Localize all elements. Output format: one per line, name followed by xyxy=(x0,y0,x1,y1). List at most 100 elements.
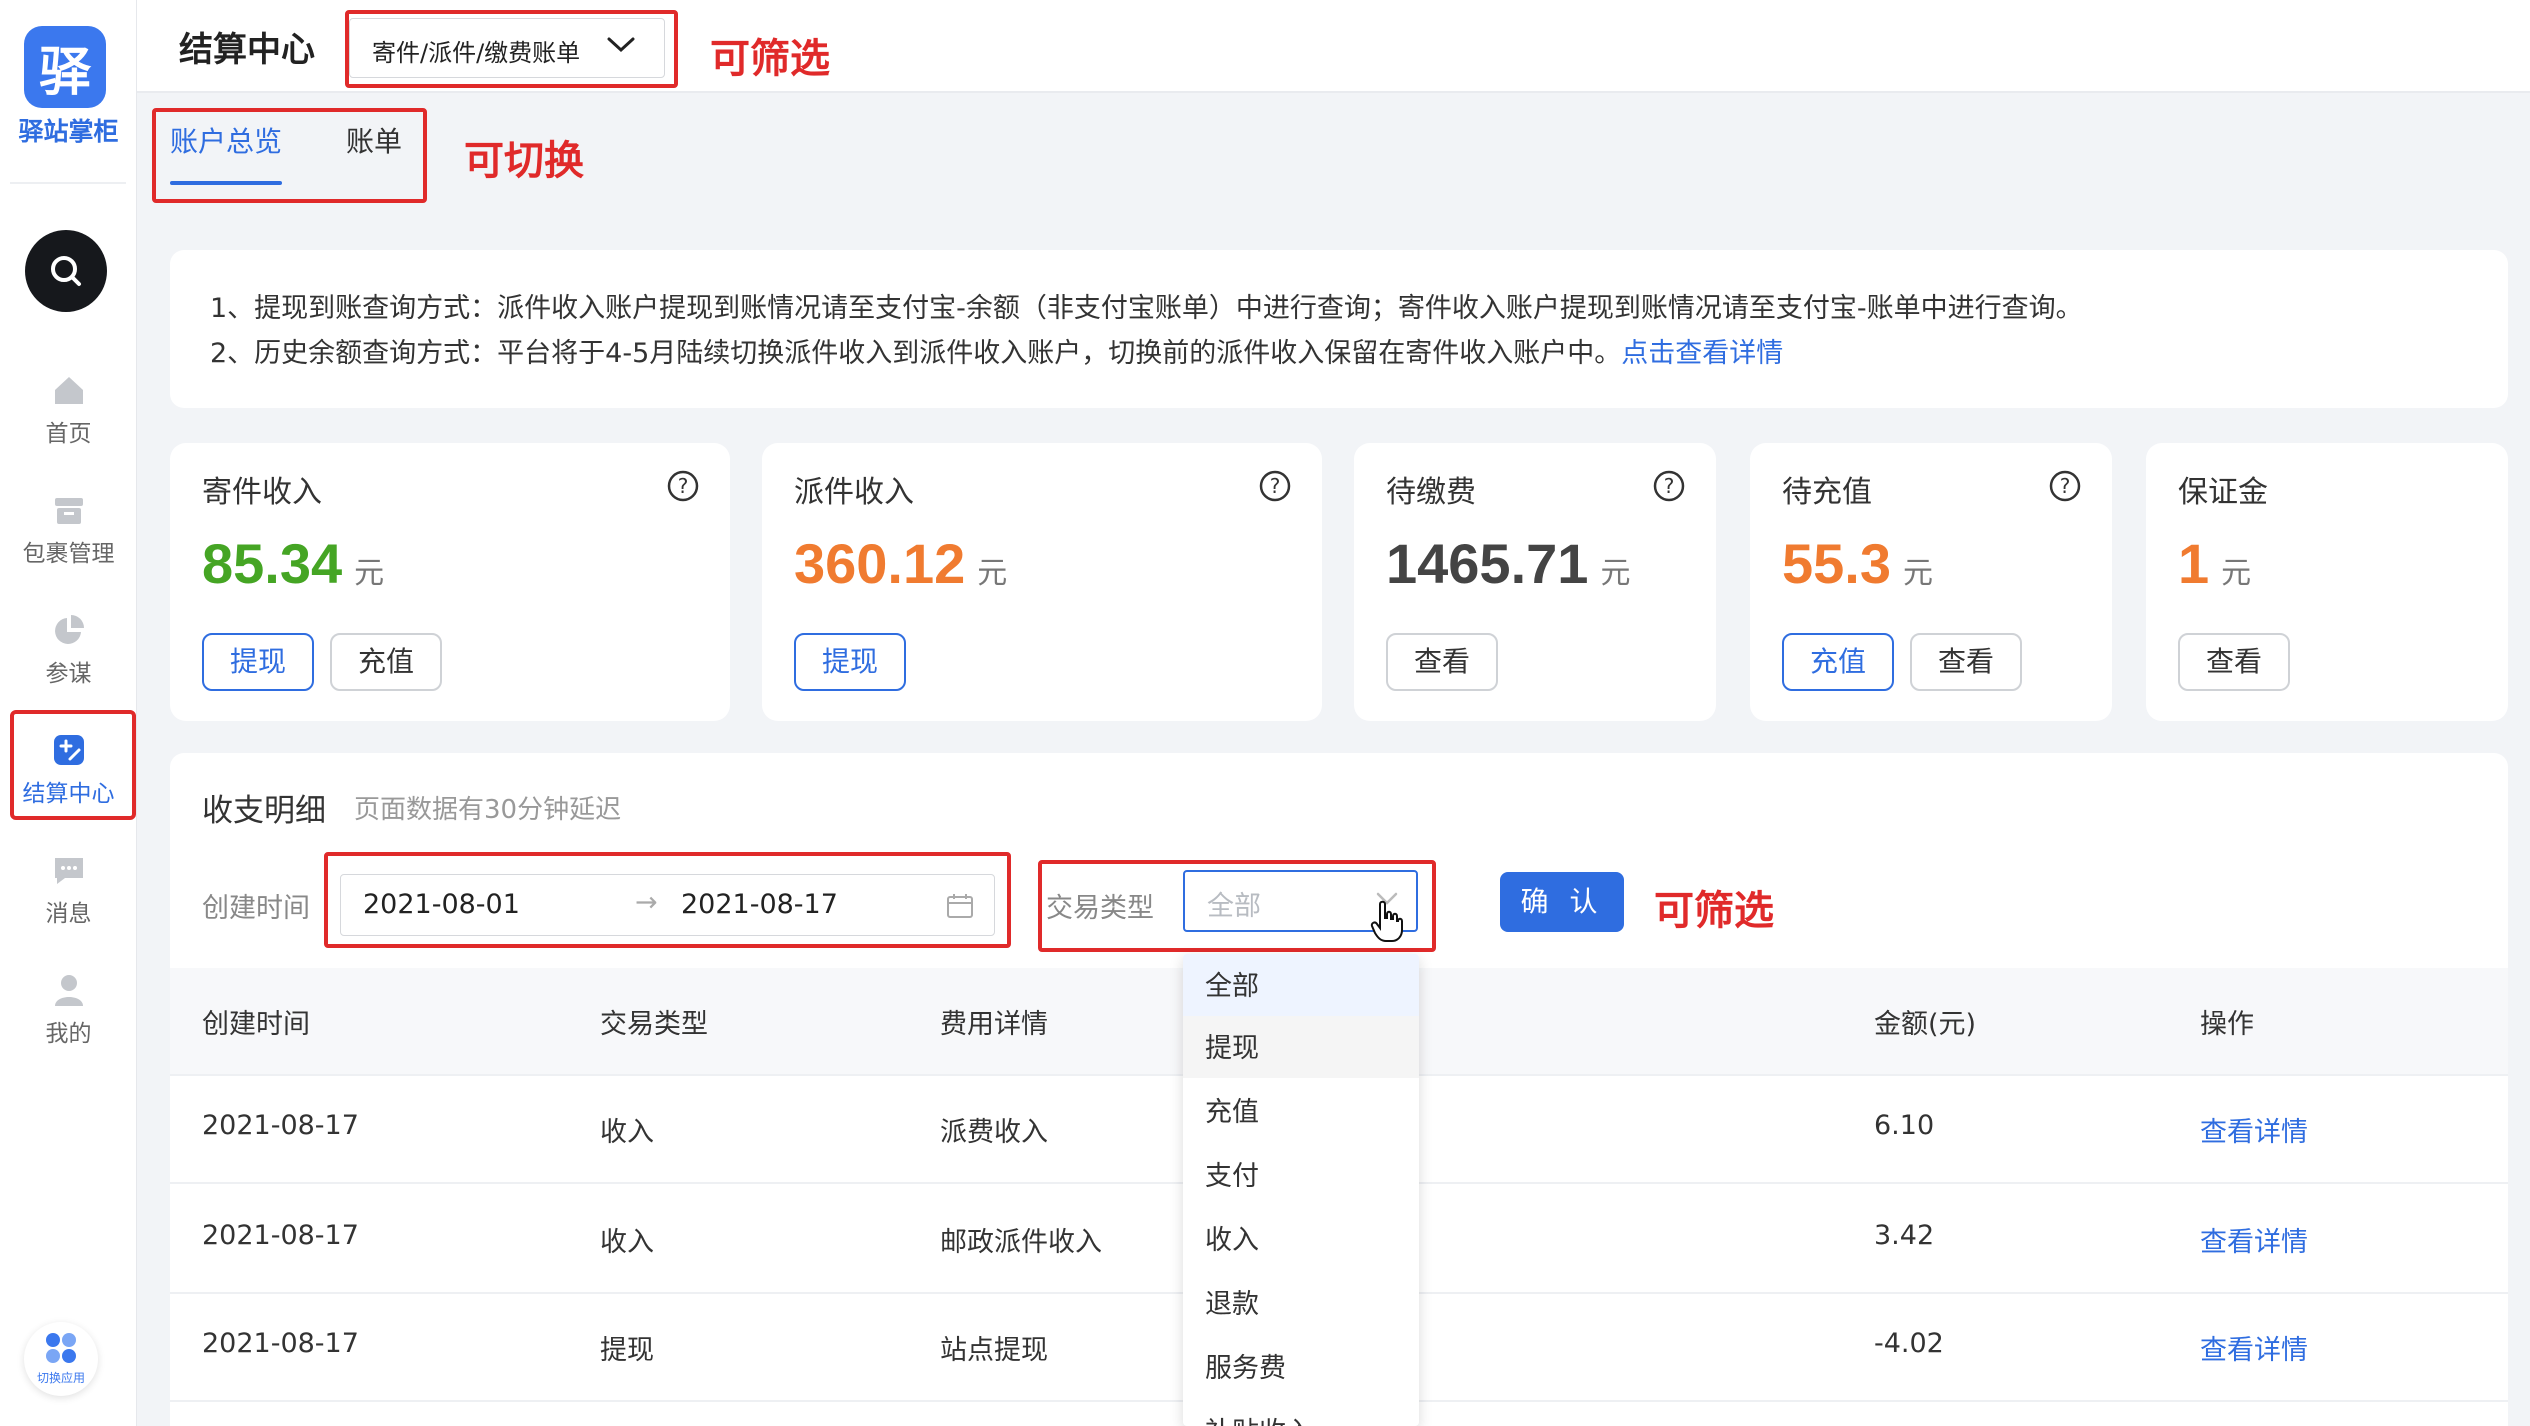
card-title: 派件收入 xyxy=(794,475,914,510)
cell-date: 2021-08-17 xyxy=(202,1220,359,1251)
card-amount: 85.34 xyxy=(202,532,343,595)
recharge-button[interactable]: 充值 xyxy=(1782,633,1894,691)
card-dispatch-income: 派件收入 ? 360.12 元 提现 xyxy=(762,443,1322,721)
confirm-button[interactable]: 确 认 xyxy=(1500,872,1624,932)
message-icon xyxy=(54,858,83,884)
card-unit: 元 xyxy=(977,557,1008,590)
highlight-box-sidebar xyxy=(10,710,136,820)
column-header-amount: 金额(元) xyxy=(1874,1009,1977,1040)
notice-panel: 1、提现到账查询方式：派件收入账户提现到账情况请至支付宝-余额（非支付宝账单）中… xyxy=(170,250,2508,408)
help-icon[interactable]: ? xyxy=(1652,469,1686,503)
search-icon[interactable] xyxy=(25,230,107,312)
sidebar-item-label: 消息 xyxy=(45,901,92,927)
switch-app-button[interactable]: 切换应用 xyxy=(24,1322,98,1396)
cell-detail: 站点提现 xyxy=(940,1335,1048,1366)
sidebar-item-label: 包裹管理 xyxy=(22,541,115,567)
panel-subtitle: 页面数据有30分钟延迟 xyxy=(354,795,622,825)
card-title: 待充值 xyxy=(1782,475,1872,510)
notice-details-link[interactable]: 点击查看详情 xyxy=(1621,338,1783,369)
help-icon[interactable]: ? xyxy=(1258,469,1292,503)
card-value: 360.12 元 xyxy=(794,531,1007,596)
annotation-switch: 可切换 xyxy=(464,138,584,184)
recharge-button[interactable]: 充值 xyxy=(330,633,442,691)
svg-text:?: ? xyxy=(1664,474,1675,498)
cell-type: 收入 xyxy=(600,1227,654,1258)
dropdown-option[interactable]: 支付 xyxy=(1183,1144,1419,1206)
dropdown-option[interactable]: 充值 xyxy=(1183,1080,1419,1142)
svg-text:?: ? xyxy=(678,474,689,498)
sidebar-item-label: 参谋 xyxy=(45,661,92,687)
card-unit: 元 xyxy=(1903,557,1933,590)
switch-app-label: 切换应用 xyxy=(36,1371,85,1385)
view-details-link[interactable]: 查看详情 xyxy=(2200,1328,2308,1367)
app-name: 驿站掌柜 xyxy=(18,117,119,146)
cell-amount: 3.42 xyxy=(1874,1220,1935,1251)
card-value: 55.3 元 xyxy=(1782,531,1933,596)
column-header-created-time: 创建时间 xyxy=(202,1009,310,1040)
apps-icon xyxy=(46,1333,76,1363)
cell-amount: -4.02 xyxy=(1874,1328,1944,1359)
package-icon xyxy=(54,498,83,524)
card-title: 待缴费 xyxy=(1386,475,1476,510)
notice-line-1: 1、提现到账查询方式：派件收入账户提现到账情况请至支付宝-余额（非支付宝账单）中… xyxy=(210,293,2083,324)
card-value: 1465.71 元 xyxy=(1386,531,1630,596)
view-button[interactable]: 查看 xyxy=(2178,633,2290,691)
app-logo: 驿 xyxy=(24,26,106,108)
page-title: 结算中心 xyxy=(179,30,315,70)
card-value: 1元 xyxy=(2178,531,2251,596)
highlight-box-scope xyxy=(345,10,678,88)
notice-line-2-text: 2、历史余额查询方式：平台将于4-5月陆续切换派件收入到派件收入账户，切换前的派… xyxy=(210,338,1622,369)
column-header-action: 操作 xyxy=(2200,1009,2254,1040)
sidebar-item-package[interactable]: 包裹管理 xyxy=(0,492,137,568)
dropdown-option[interactable]: 全部 xyxy=(1183,954,1419,1016)
dropdown-option[interactable]: 提现 xyxy=(1183,1016,1419,1078)
notice-line-2: 2、历史余额查询方式：平台将于4-5月陆续切换派件收入到派件收入账户，切换前的派… xyxy=(210,331,2508,376)
card-amount: 360.12 xyxy=(794,532,966,595)
annotation-filter: 可筛选 xyxy=(710,36,830,82)
card-unit: 元 xyxy=(1600,557,1631,590)
card-amount: 1465.71 xyxy=(1386,532,1589,595)
view-details-link[interactable]: 查看详情 xyxy=(2200,1220,2308,1259)
highlight-box-type xyxy=(1038,860,1436,952)
dropdown-option[interactable]: 补贴收入 xyxy=(1183,1400,1419,1426)
created-time-label: 创建时间 xyxy=(202,893,310,924)
panel-title: 收支明细 xyxy=(202,793,326,829)
card-deposit: 保证金 1元 查看 xyxy=(2146,443,2508,721)
sidebar-item-home[interactable]: 首页 xyxy=(0,372,137,448)
dropdown-option[interactable]: 退款 xyxy=(1183,1272,1419,1334)
pie-chart-icon xyxy=(54,615,84,644)
sidebar-item-label: 首页 xyxy=(45,421,92,447)
cell-date: 2021-08-17 xyxy=(202,1110,359,1141)
cell-detail: 派费收入 xyxy=(940,1117,1048,1148)
cell-type: 收入 xyxy=(600,1117,654,1148)
cell-detail: 邮政派件收入 xyxy=(940,1227,1102,1258)
card-title: 保证金 xyxy=(2178,475,2268,510)
home-icon xyxy=(54,377,83,404)
card-pending-payment: 待缴费 ? 1465.71 元 查看 xyxy=(1354,443,1716,721)
dropdown-option[interactable]: 服务费 xyxy=(1183,1336,1419,1398)
column-header-detail: 费用详情 xyxy=(940,1009,1048,1040)
sidebar-item-advisor[interactable]: 参谋 xyxy=(0,612,137,688)
card-unit: 元 xyxy=(2221,557,2252,590)
card-amount: 55.3 xyxy=(1782,532,1891,595)
card-unit: 元 xyxy=(354,557,385,590)
help-icon[interactable]: ? xyxy=(2048,469,2082,503)
view-button[interactable]: 查看 xyxy=(1910,633,2022,691)
user-icon xyxy=(54,975,83,1006)
withdraw-button[interactable]: 提现 xyxy=(794,633,906,691)
help-icon[interactable]: ? xyxy=(666,469,700,503)
transaction-type-dropdown: 全部 提现 充值 支付 收入 退款 服务费 补贴收入 xyxy=(1183,954,1419,1426)
sidebar-item-messages[interactable]: 消息 xyxy=(0,852,137,928)
withdraw-button[interactable]: 提现 xyxy=(202,633,314,691)
view-button[interactable]: 查看 xyxy=(1386,633,1498,691)
cell-type: 提现 xyxy=(600,1335,654,1366)
highlight-box-date xyxy=(324,852,1011,948)
svg-text:?: ? xyxy=(2060,474,2071,498)
view-details-link[interactable]: 查看详情 xyxy=(2200,1110,2308,1149)
sidebar-item-profile[interactable]: 我的 xyxy=(0,972,137,1048)
card-value: 85.34 元 xyxy=(202,531,384,596)
svg-text:?: ? xyxy=(1270,474,1281,498)
dropdown-option[interactable]: 收入 xyxy=(1183,1208,1419,1270)
sidebar-item-label: 我的 xyxy=(45,1021,92,1047)
sidebar-divider xyxy=(10,182,126,184)
